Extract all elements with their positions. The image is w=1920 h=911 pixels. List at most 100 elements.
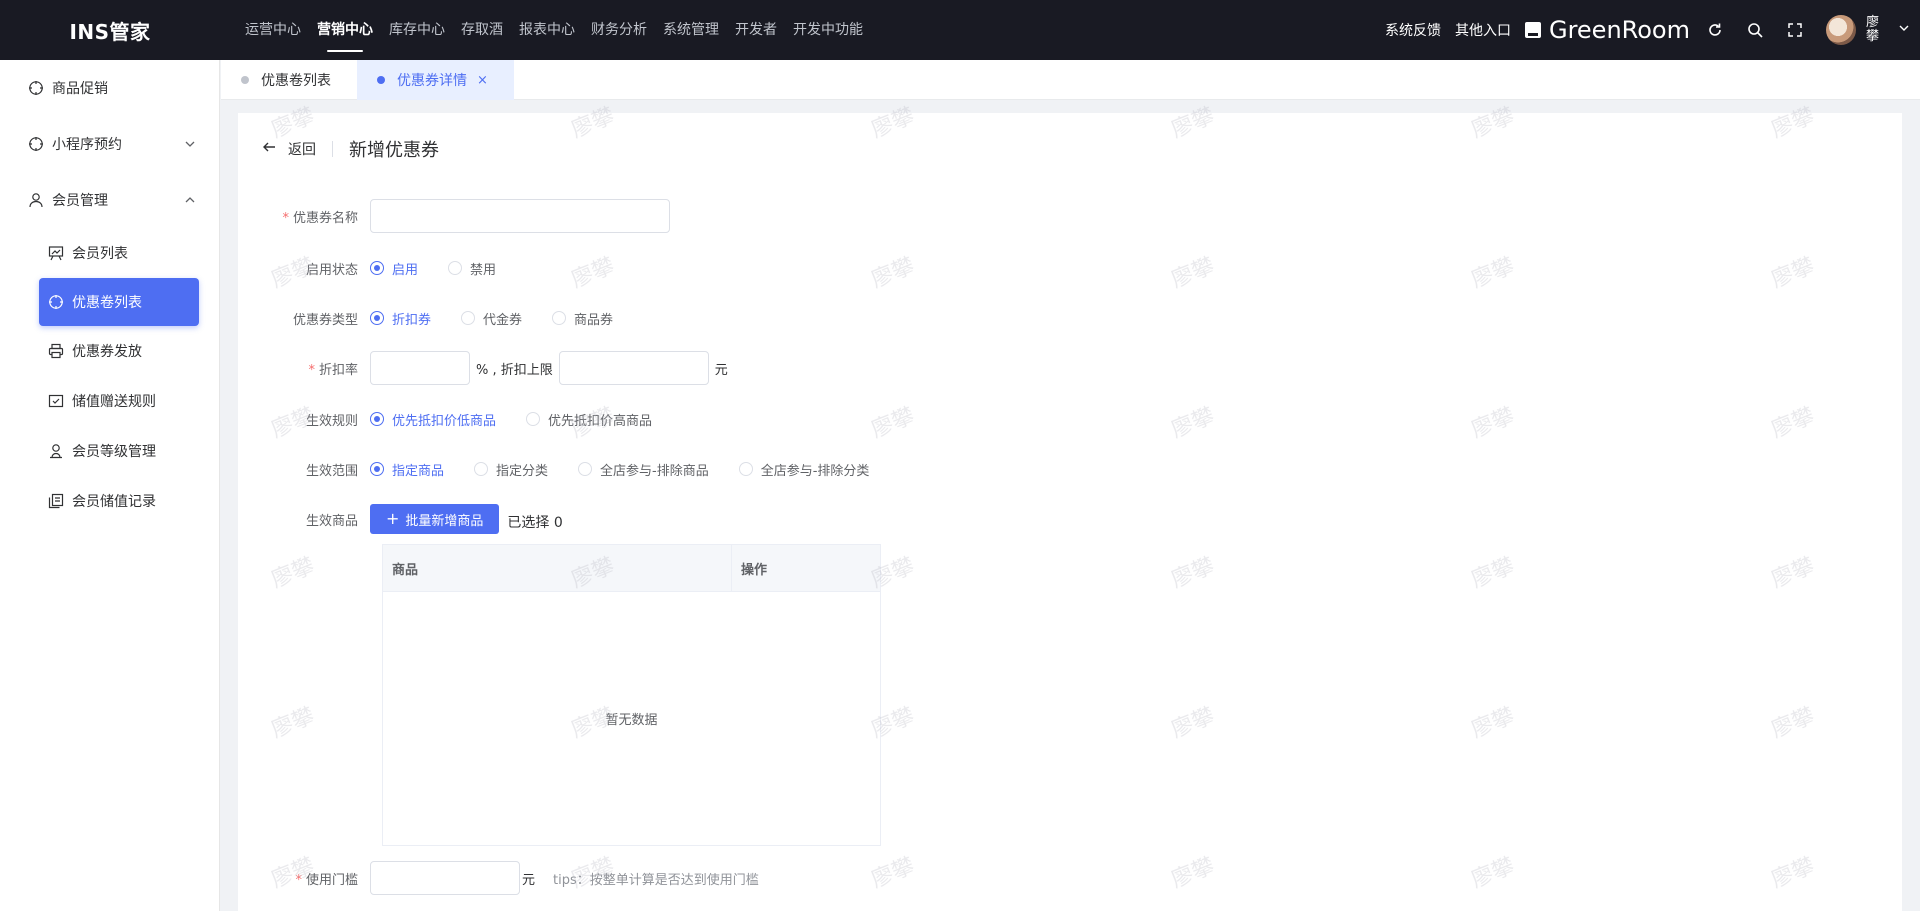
coupon-name-input[interactable]: [370, 199, 670, 233]
back-button[interactable]: 返回: [262, 139, 316, 159]
sidebar-item-product-promo[interactable]: 商品促销: [0, 60, 219, 116]
sidebar-subitem-label: 储值赠送规则: [72, 394, 156, 410]
topnav-item-marketing[interactable]: 营销中心: [317, 0, 373, 60]
back-label: 返回: [288, 142, 316, 158]
rule-radio-low-price[interactable]: 优先抵扣价低商品: [370, 410, 496, 429]
chevron-down-icon[interactable]: [1898, 22, 1910, 38]
tab-coupon-list[interactable]: 优惠卷列表: [221, 60, 357, 100]
page-tabs: 优惠卷列表 优惠券详情 ×: [221, 60, 1920, 100]
radio-circle: [370, 261, 384, 275]
type-radio-discount[interactable]: 折扣券: [370, 309, 431, 328]
sidebar-item-member-mgmt[interactable]: 会员管理: [0, 172, 219, 228]
feedback-link[interactable]: 系统反馈: [1385, 20, 1441, 40]
radio-circle: [552, 311, 567, 325]
sidebar-subitem-label: 会员储值记录: [72, 494, 156, 510]
form-row-type: 优惠券类型 折扣券 代金券 商品券: [238, 301, 643, 335]
scope-radio-exclude-goods[interactable]: 全店参与-排除商品: [578, 460, 709, 479]
fullscreen-icon[interactable]: [1786, 21, 1804, 39]
top-right-tools: 系统反馈 其他入口 GreenRoom 廖攀: [1385, 0, 1920, 60]
rule-radio-high-price[interactable]: 优先抵扣价高商品: [526, 410, 652, 429]
topnav-item-reports[interactable]: 报表中心: [519, 0, 575, 60]
topnav-item-wine-storage[interactable]: 存取酒: [461, 0, 503, 60]
radio-circle: [461, 311, 476, 325]
radio-label: 优先抵扣价高商品: [548, 413, 653, 429]
form-label: 生效商品: [305, 513, 358, 529]
topnav-item-system[interactable]: 系统管理: [663, 0, 719, 60]
form-row-rule: 生效规则 优先抵扣价低商品 优先抵扣价高商品: [238, 402, 682, 436]
radio-circle: [578, 462, 593, 476]
radio-circle: [526, 412, 541, 426]
sidebar-subitem-coupon-issue[interactable]: 优惠券发放: [0, 326, 219, 376]
store-name: GreenRoom: [1548, 16, 1690, 44]
form-row-threshold: * 使用门槛 元 tips：按整单计算是否达到使用门槛: [238, 861, 759, 895]
currency-unit-label: 元: [714, 362, 728, 378]
discount-cap-input[interactable]: [558, 351, 709, 385]
sidebar-subitem-member-level[interactable]: 会员等级管理: [0, 426, 219, 476]
sidebar-item-label: 小程序预约: [52, 137, 122, 153]
status-radio-enabled[interactable]: 启用: [370, 259, 418, 278]
user-avatar[interactable]: [1826, 15, 1856, 45]
batch-add-goods-button[interactable]: + 批量新增商品: [370, 504, 500, 534]
tab-dot: [377, 76, 385, 84]
topnav-item-operations[interactable]: 运营中心: [245, 0, 301, 60]
page-header: 返回 新增优惠券: [262, 137, 439, 161]
store-switcher[interactable]: GreenRoom: [1524, 16, 1690, 44]
sidebar-subitem-topup-records[interactable]: 会员储值记录: [0, 476, 219, 526]
threshold-input[interactable]: [370, 861, 520, 895]
sidebar-subitem-topup-rules[interactable]: 储值赠送规则: [0, 376, 219, 426]
header-divider: [332, 141, 333, 157]
radio-circle: [474, 462, 489, 476]
discount-rate-input[interactable]: [370, 351, 470, 385]
form-label-text: 折扣率: [318, 362, 358, 378]
sidebar-item-label: 商品促销: [52, 81, 108, 97]
top-bar: INS管家 运营中心 营销中心 库存中心 存取酒 报表中心 财务分析 系统管理 …: [0, 0, 1920, 60]
radio-label: 代金券: [483, 312, 523, 328]
sidebar-item-mini-program[interactable]: 小程序预约: [0, 116, 219, 172]
radio-label: 指定分类: [496, 463, 549, 479]
topnav-item-dev-features[interactable]: 开发中功能: [793, 0, 863, 60]
sidebar-item-label: 会员管理: [52, 193, 108, 209]
radio-circle: [370, 462, 384, 476]
scope-radio-specific-goods[interactable]: 指定商品: [370, 460, 444, 479]
app-logo[interactable]: INS管家: [0, 16, 220, 45]
empty-state: 暂无数据: [605, 713, 658, 728]
topnav-item-developer[interactable]: 开发者: [735, 0, 777, 60]
type-radio-voucher[interactable]: 代金券: [461, 309, 522, 328]
close-icon[interactable]: ×: [477, 73, 488, 88]
search-icon[interactable]: [1746, 21, 1764, 39]
tab-coupon-detail[interactable]: 优惠券详情 ×: [357, 60, 514, 100]
store-icon: [1524, 22, 1541, 38]
main-content: 返回 新增优惠券 * 优惠券名称 启用状态 启用 禁用 优惠券类型 折扣券 代金券…: [238, 113, 1902, 911]
topnav-item-finance[interactable]: 财务分析: [591, 0, 647, 60]
column-header-goods[interactable]: 商品: [383, 545, 732, 591]
sidebar-subitem-coupon-list[interactable]: 优惠卷列表: [39, 278, 199, 326]
other-entry-link[interactable]: 其他入口: [1455, 20, 1511, 40]
crosshair-icon: [28, 80, 44, 96]
copy-doc-icon: [48, 493, 64, 509]
radio-label: 禁用: [470, 262, 497, 278]
radio-label: 指定商品: [392, 463, 445, 479]
plus-icon: +: [386, 509, 400, 528]
sidebar-subitem-member-list[interactable]: 会员列表: [0, 228, 219, 278]
type-radio-product[interactable]: 商品券: [552, 309, 613, 328]
user-icon: [28, 192, 44, 208]
form-label: 优惠券类型: [292, 312, 358, 328]
scope-radio-specific-category[interactable]: 指定分类: [474, 460, 548, 479]
tab-dot: [241, 76, 249, 84]
scope-radio-exclude-category[interactable]: 全店参与-排除分类: [738, 460, 869, 479]
topnav-item-inventory[interactable]: 库存中心: [389, 0, 445, 60]
chevron-up-icon: [183, 193, 197, 207]
discount-unit-label: % , 折扣上限: [476, 362, 553, 378]
page-title: 新增优惠券: [349, 140, 439, 161]
selected-count: 已选择 0: [507, 515, 563, 531]
radio-label: 全店参与-排除商品: [600, 463, 709, 479]
form-row-status: 启用状态 启用 禁用: [238, 251, 526, 285]
refresh-icon[interactable]: [1706, 21, 1724, 39]
chart-board-icon: [48, 245, 64, 261]
chevron-down-icon: [183, 137, 197, 151]
status-radio-disabled[interactable]: 禁用: [448, 259, 496, 278]
form-label: 启用状态: [305, 262, 358, 278]
user-name[interactable]: 廖攀: [1866, 16, 1882, 44]
radio-label: 折扣券: [392, 312, 432, 328]
column-header-action[interactable]: 操作: [732, 545, 880, 591]
